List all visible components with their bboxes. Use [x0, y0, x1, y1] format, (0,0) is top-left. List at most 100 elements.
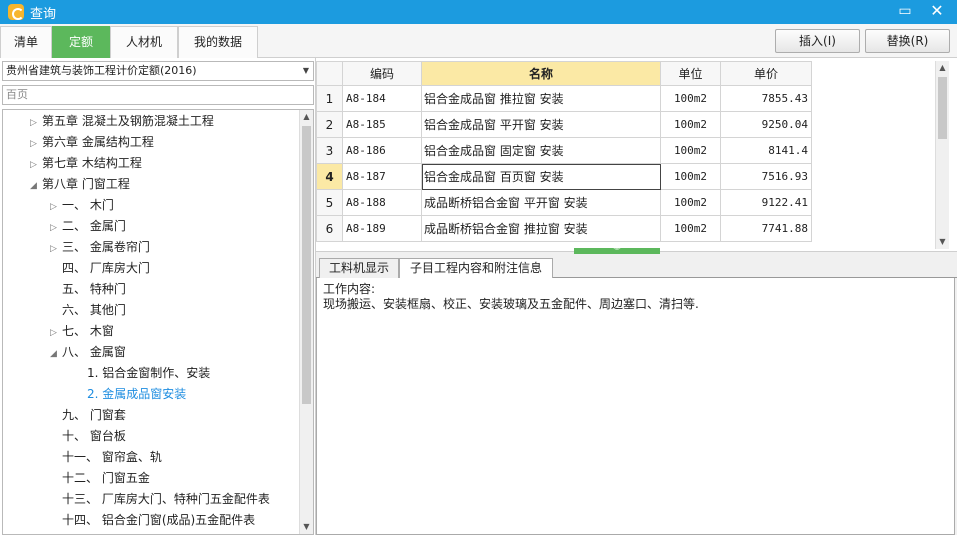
tree-item-selected[interactable]: 2. 金属成品窗安装: [87, 384, 186, 405]
table-row[interactable]: 1 A8-184 铝合金成品窗 推拉窗 安装 100m2 7855.43: [316, 85, 812, 112]
row-number: 4: [316, 163, 343, 190]
tree-item[interactable]: 十一、 窗帘盒、轨: [62, 447, 162, 468]
tree-item[interactable]: 十、 窗台板: [62, 426, 126, 447]
cell-code[interactable]: A8-185: [342, 111, 422, 138]
app-logo-icon: [8, 4, 24, 20]
scroll-up-icon[interactable]: ▲: [300, 110, 313, 124]
cell-unit[interactable]: 100m2: [660, 111, 721, 138]
collapse-arrow-icon[interactable]: ◢: [30, 176, 42, 197]
grid-scrollbar[interactable]: ▲ ▼: [935, 61, 949, 249]
insert-button[interactable]: 插入(I): [775, 29, 860, 53]
tree-item[interactable]: 十三、 厂库房大门、特种门五金配件表: [62, 489, 270, 510]
cell-name[interactable]: 铝合金成品窗 平开窗 安装: [421, 111, 661, 138]
tree-item[interactable]: 四、 厂库房大门: [62, 258, 150, 279]
detail-tab-bar: 工料机显示 子目工程内容和附注信息: [316, 258, 957, 279]
cell-unit[interactable]: 100m2: [660, 215, 721, 242]
expand-arrow-icon[interactable]: ▷: [30, 113, 42, 134]
table-header-row: 编码 名称 单位 单价: [316, 61, 812, 86]
table-row[interactable]: 5 A8-188 成品断桥铝合金窗 平开窗 安装 100m2 9122.41: [316, 189, 812, 216]
scroll-thumb[interactable]: [938, 77, 947, 139]
tab-quota[interactable]: 定额: [52, 26, 110, 58]
cell-code[interactable]: A8-187: [342, 163, 422, 190]
minimize-icon[interactable]: ▭: [891, 0, 919, 24]
column-header-code[interactable]: 编码: [342, 61, 422, 86]
replace-button[interactable]: 替换(R): [865, 29, 950, 53]
left-panel: 贵州省建筑与装饰工程计价定额(2016) ▼ 百页 ▷ 第五章 混凝土及钢筋混凝土…: [0, 58, 316, 535]
expand-arrow-icon[interactable]: ▷: [30, 134, 42, 155]
cell-price[interactable]: 9122.41: [720, 189, 812, 216]
close-icon[interactable]: ✕: [923, 0, 951, 24]
row-number-header: [316, 61, 343, 86]
tab-labor-material-display[interactable]: 工料机显示: [319, 258, 399, 278]
cell-name[interactable]: 铝合金成品窗 推拉窗 安装: [421, 85, 661, 112]
table-row[interactable]: 3 A8-186 铝合金成品窗 固定窗 安装 100m2 8141.4: [316, 137, 812, 164]
cell-name[interactable]: 成品断桥铝合金窗 平开窗 安装: [421, 189, 661, 216]
tree-item[interactable]: ▷ 第七章 木结构工程: [30, 153, 142, 174]
tree-item[interactable]: ▷ 七、 木窗: [50, 321, 114, 342]
quota-table: 编码 名称 单位 单价 1 A8-184 铝合金成品窗 推拉窗 安装 100m2…: [316, 61, 812, 242]
tab-my-data[interactable]: 我的数据: [178, 26, 258, 58]
tree-item[interactable]: ▷ 一、 木门: [50, 195, 114, 216]
row-number: 1: [316, 85, 343, 112]
scroll-down-icon[interactable]: ▼: [936, 235, 949, 249]
tab-bill[interactable]: 清单: [0, 26, 52, 58]
cell-code[interactable]: A8-184: [342, 85, 422, 112]
cell-code[interactable]: A8-186: [342, 137, 422, 164]
scroll-thumb[interactable]: [302, 126, 311, 404]
tree-item[interactable]: ◢ 八、 金属窗: [50, 342, 126, 363]
scroll-down-icon[interactable]: ▼: [300, 520, 313, 534]
table-row[interactable]: 6 A8-189 成品断桥铝合金窗 推拉窗 安装 100m2 7741.88: [316, 215, 812, 242]
quota-library-select[interactable]: 贵州省建筑与装饰工程计价定额(2016) ▼: [2, 61, 314, 81]
table-row[interactable]: 2 A8-185 铝合金成品窗 平开窗 安装 100m2 9250.04: [316, 111, 812, 138]
search-input[interactable]: 百页: [2, 85, 314, 105]
cell-name[interactable]: 铝合金成品窗 固定窗 安装: [421, 137, 661, 164]
cell-unit[interactable]: 100m2: [660, 189, 721, 216]
tab-labor-material-machine[interactable]: 人材机: [110, 26, 178, 58]
cell-name[interactable]: 铝合金成品窗 百页窗 安装: [421, 163, 661, 190]
chevron-down-icon[interactable]: ▼: [303, 62, 309, 80]
tree-item[interactable]: ◢ 第八章 门窗工程: [30, 174, 130, 195]
table-row-current[interactable]: 4 A8-187 铝合金成品窗 百页窗 安装 100m2 7516.93: [316, 163, 812, 190]
splitter-handle-icon[interactable]: ︾: [574, 248, 660, 255]
column-header-unit[interactable]: 单位: [660, 61, 721, 86]
tree-item[interactable]: ▷ 第五章 混凝土及钢筋混凝土工程: [30, 111, 214, 132]
cell-price[interactable]: 9250.04: [720, 111, 812, 138]
title-bar: 查询 ▭ ✕: [0, 0, 957, 24]
toolbar: 清单 定额 人材机 我的数据 插入(I) 替换(R): [0, 24, 957, 58]
tree-item[interactable]: ▷ 二、 金属门: [50, 216, 126, 237]
cell-unit[interactable]: 100m2: [660, 137, 721, 164]
tree-item[interactable]: ▷ 第六章 金属结构工程: [30, 132, 154, 153]
column-header-price[interactable]: 单价: [720, 61, 812, 86]
expand-arrow-icon[interactable]: ▷: [30, 155, 42, 176]
expand-arrow-icon[interactable]: ▷: [50, 197, 62, 218]
chapter-tree: ▷ 第五章 混凝土及钢筋混凝土工程 ▷ 第六章 金属结构工程 ▷ 第七章 木结构工程 …: [2, 109, 314, 535]
cell-unit[interactable]: 100m2: [660, 163, 721, 190]
row-number: 3: [316, 137, 343, 164]
quota-library-value: 贵州省建筑与装饰工程计价定额(2016): [6, 64, 197, 77]
tree-item[interactable]: 1. 铝合金窗制作、安装: [87, 363, 210, 384]
column-header-name[interactable]: 名称: [421, 61, 661, 86]
detail-content-panel: 工作内容: 现场搬运、安装框扇、校正、安装玻璃及五金配件、周边塞口、清扫等.: [316, 278, 955, 535]
expand-arrow-icon[interactable]: ▷: [50, 323, 62, 344]
cell-code[interactable]: A8-189: [342, 215, 422, 242]
tree-item[interactable]: 十四、 铝合金门窗(成品)五金配件表: [62, 510, 255, 531]
expand-arrow-icon[interactable]: ▷: [50, 239, 62, 260]
tree-item[interactable]: 五、 特种门: [62, 279, 126, 300]
cell-price[interactable]: 7516.93: [720, 163, 812, 190]
cell-price[interactable]: 7741.88: [720, 215, 812, 242]
tree-scrollbar[interactable]: ▲ ▼: [299, 110, 313, 534]
tree-item[interactable]: 九、 门窗套: [62, 405, 126, 426]
tree-item[interactable]: 六、 其他门: [62, 300, 126, 321]
tree-item[interactable]: 十二、 门窗五金: [62, 468, 150, 489]
work-content-heading: 工作内容:: [323, 282, 376, 296]
cell-code[interactable]: A8-188: [342, 189, 422, 216]
tree-item[interactable]: ▷ 三、 金属卷帘门: [50, 237, 150, 258]
cell-price[interactable]: 8141.4: [720, 137, 812, 164]
cell-price[interactable]: 7855.43: [720, 85, 812, 112]
scroll-up-icon[interactable]: ▲: [936, 61, 949, 75]
tab-work-content-notes[interactable]: 子目工程内容和附注信息: [399, 258, 553, 279]
expand-arrow-icon[interactable]: ▷: [50, 218, 62, 239]
collapse-arrow-icon[interactable]: ◢: [50, 344, 62, 365]
cell-name[interactable]: 成品断桥铝合金窗 推拉窗 安装: [421, 215, 661, 242]
cell-unit[interactable]: 100m2: [660, 85, 721, 112]
